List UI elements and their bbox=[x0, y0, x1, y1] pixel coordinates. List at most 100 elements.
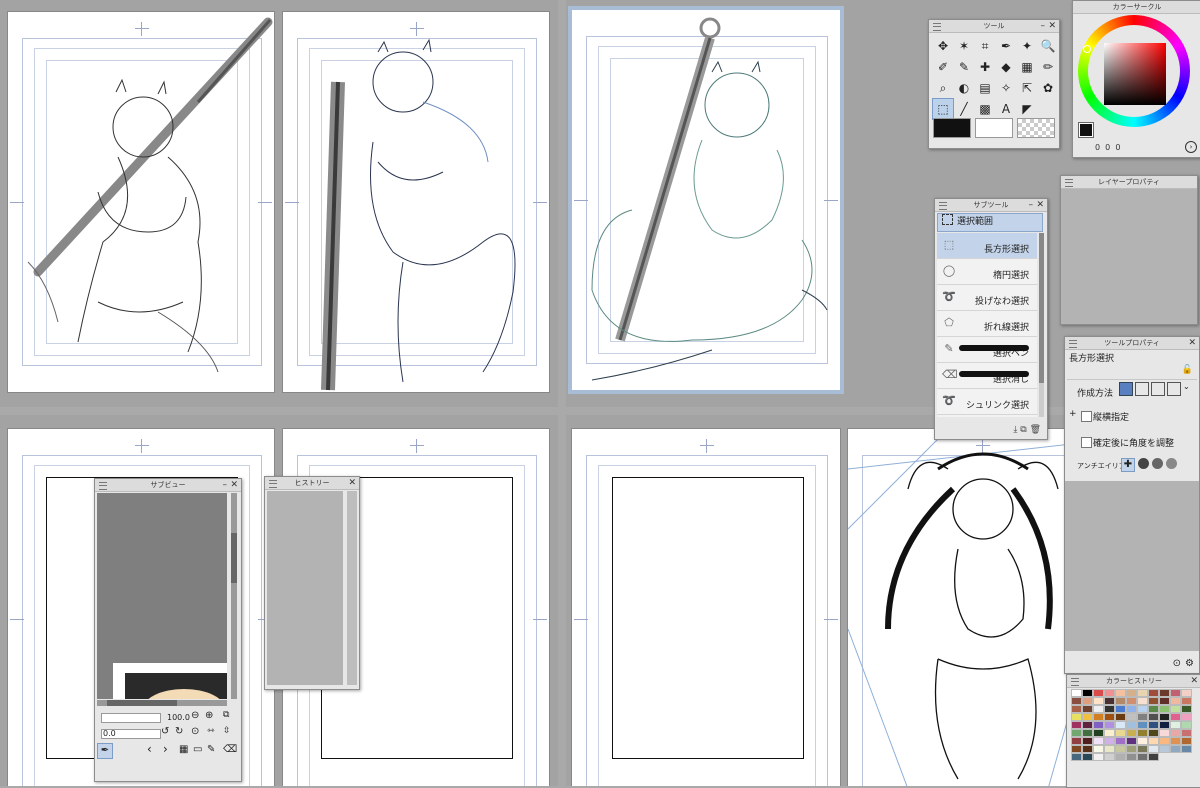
color-swatch[interactable] bbox=[1115, 697, 1126, 705]
color-swatch[interactable] bbox=[1137, 697, 1148, 705]
color-swatch[interactable] bbox=[1148, 697, 1159, 705]
color-swatch[interactable] bbox=[1181, 721, 1192, 729]
angle-checkbox[interactable] bbox=[1081, 437, 1092, 448]
color-swatch[interactable] bbox=[1093, 705, 1104, 713]
chevron-left-icon[interactable]: ‹ bbox=[147, 742, 152, 756]
color-swatch[interactable] bbox=[1126, 713, 1137, 721]
antialias-weak-icon[interactable] bbox=[1138, 458, 1149, 469]
main-color-swatch[interactable] bbox=[933, 118, 971, 138]
color-swatch[interactable] bbox=[1170, 689, 1181, 697]
close-icon[interactable]: ✕ bbox=[230, 479, 238, 491]
color-swatch[interactable] bbox=[1137, 737, 1148, 745]
canvas-spread-top-left[interactable]: 3 2 bbox=[0, 0, 558, 407]
sub-tool-item[interactable]: ➰ シュリンク選択 bbox=[937, 389, 1037, 415]
tool-button[interactable]: ✿ bbox=[1038, 78, 1058, 98]
color-swatch[interactable] bbox=[1071, 745, 1082, 753]
close-icon[interactable]: ✕ bbox=[1190, 675, 1198, 687]
color-swatch[interactable] bbox=[1159, 745, 1170, 753]
color-swatch[interactable] bbox=[1148, 753, 1159, 761]
color-swatch[interactable] bbox=[1148, 737, 1159, 745]
color-swatch[interactable] bbox=[1104, 721, 1115, 729]
color-swatch[interactable] bbox=[1093, 713, 1104, 721]
color-swatch[interactable] bbox=[1126, 737, 1137, 745]
tool-button[interactable]: ⇱ bbox=[1017, 78, 1037, 98]
color-swatch[interactable] bbox=[1126, 753, 1137, 761]
color-swatch[interactable] bbox=[1126, 705, 1137, 713]
layer-property-panel[interactable]: レイヤープロパティ bbox=[1060, 175, 1198, 325]
color-swatch[interactable] bbox=[1071, 753, 1082, 761]
history-list[interactable] bbox=[267, 491, 343, 685]
lock-icon[interactable]: 🔓 bbox=[1182, 365, 1193, 375]
color-swatch[interactable] bbox=[1170, 721, 1181, 729]
color-swatch[interactable] bbox=[1115, 705, 1126, 713]
color-swatch[interactable] bbox=[1104, 753, 1115, 761]
color-swatch[interactable] bbox=[1159, 721, 1170, 729]
color-swatch[interactable] bbox=[1170, 729, 1181, 737]
chevron-down-icon[interactable]: ⌄ bbox=[1183, 382, 1190, 398]
eyedropper-icon[interactable]: ✒ bbox=[97, 743, 113, 759]
color-swatch[interactable] bbox=[1071, 705, 1082, 713]
color-swatch[interactable] bbox=[1082, 705, 1093, 713]
color-swatch[interactable] bbox=[1159, 697, 1170, 705]
color-swatch[interactable] bbox=[1137, 745, 1148, 753]
color-swatch[interactable] bbox=[1137, 689, 1148, 697]
color-circle-panel[interactable]: カラーサークル 0 0 0 › bbox=[1072, 0, 1200, 158]
wrench-icon[interactable]: ⚙ bbox=[1185, 658, 1194, 669]
grid-icon[interactable]: ▦ bbox=[179, 744, 188, 755]
color-swatch[interactable] bbox=[1126, 745, 1137, 753]
antialias-none-icon[interactable]: ✚ bbox=[1121, 458, 1135, 472]
zoom-in-icon[interactable]: ⊕ bbox=[205, 710, 213, 721]
tool-button[interactable]: ⬚ bbox=[932, 98, 954, 120]
color-swatch[interactable] bbox=[1148, 689, 1159, 697]
color-swatch[interactable] bbox=[1170, 705, 1181, 713]
antialias-buttons[interactable]: ✚ bbox=[1121, 458, 1177, 472]
flip-vertical-icon[interactable]: ⇳ bbox=[223, 726, 231, 736]
color-swatch[interactable] bbox=[1181, 745, 1192, 753]
trash-icon[interactable]: 🗑 bbox=[1030, 425, 1041, 435]
fit-icon[interactable]: ⧉ bbox=[223, 710, 229, 720]
import-icon[interactable]: ⤓ bbox=[1013, 425, 1017, 435]
page-2[interactable]: 2 bbox=[283, 12, 549, 392]
tool-button[interactable]: ◤ bbox=[1017, 99, 1037, 119]
color-swatch[interactable] bbox=[1181, 697, 1192, 705]
color-swatch[interactable] bbox=[1148, 745, 1159, 753]
sub-tool-group-tab[interactable]: 選択範囲 bbox=[937, 213, 1043, 232]
color-swatch[interactable] bbox=[1071, 713, 1082, 721]
color-swatch[interactable] bbox=[1137, 705, 1148, 713]
antialias-strong-icon[interactable] bbox=[1166, 458, 1177, 469]
expand-icon[interactable]: + bbox=[1069, 409, 1077, 419]
tool-button[interactable]: ◐ bbox=[954, 78, 974, 98]
folder-icon[interactable]: ▭ bbox=[193, 744, 202, 755]
color-swatch[interactable] bbox=[1104, 689, 1115, 697]
color-swatch[interactable] bbox=[1126, 689, 1137, 697]
close-icon[interactable]: ✕ bbox=[1036, 199, 1044, 211]
color-swatch[interactable] bbox=[1082, 697, 1093, 705]
color-swatch[interactable] bbox=[1115, 713, 1126, 721]
color-swatch[interactable] bbox=[1104, 697, 1115, 705]
add-selection-icon[interactable] bbox=[1135, 382, 1149, 396]
color-swatch[interactable] bbox=[1137, 729, 1148, 737]
color-swatch[interactable] bbox=[1170, 745, 1181, 753]
minimize-icon[interactable]: – bbox=[223, 479, 228, 491]
scrollbar[interactable] bbox=[231, 493, 237, 699]
color-swatch[interactable] bbox=[1071, 721, 1082, 729]
tool-button[interactable]: 🔍 bbox=[1038, 36, 1058, 56]
color-swatch[interactable] bbox=[1071, 689, 1082, 697]
tool-button[interactable]: ▦ bbox=[1017, 57, 1037, 77]
color-swatch[interactable] bbox=[1082, 713, 1093, 721]
color-swatch[interactable] bbox=[1082, 745, 1093, 753]
tool-button[interactable]: ✧ bbox=[996, 78, 1016, 98]
flip-horizontal-icon[interactable]: ⇿ bbox=[207, 726, 215, 736]
color-swatch[interactable] bbox=[1093, 745, 1104, 753]
color-swatch[interactable] bbox=[1115, 753, 1126, 761]
tool-button[interactable]: ▩ bbox=[975, 99, 995, 119]
sub-tool-item[interactable]: ◯ 楕円選択 bbox=[937, 259, 1037, 285]
zoom-slider[interactable] bbox=[101, 713, 161, 723]
tool-button[interactable]: ▤ bbox=[975, 78, 995, 98]
color-swatch[interactable] bbox=[1082, 737, 1093, 745]
color-swatch[interactable] bbox=[1082, 753, 1093, 761]
aspect-checkbox[interactable] bbox=[1081, 411, 1092, 422]
tool-button[interactable]: ✎ bbox=[954, 57, 974, 77]
transparent-color-swatch[interactable] bbox=[1017, 118, 1055, 138]
color-swatch[interactable] bbox=[1115, 689, 1126, 697]
